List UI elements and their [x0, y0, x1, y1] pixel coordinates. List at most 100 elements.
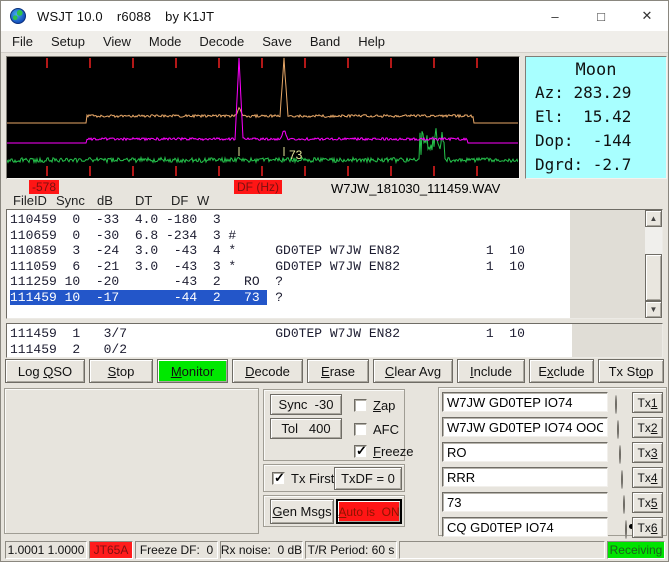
col-w: W [197, 193, 209, 208]
tx6-message-input[interactable] [442, 517, 608, 537]
afc-checkbox-row[interactable]: AFC [354, 422, 399, 437]
col-df: DF [171, 193, 188, 208]
freq-offset-badge: -578 [29, 180, 59, 194]
col-dt: DT [135, 193, 152, 208]
tx5-message-input[interactable] [442, 492, 608, 512]
zap-checkbox-row[interactable]: Zap [354, 398, 395, 413]
menu-mode[interactable]: Mode [140, 32, 191, 51]
log-qso-button[interactable]: Log QSO [5, 359, 85, 383]
menu-setup[interactable]: Setup [42, 32, 94, 51]
col-fileid: FileID [13, 193, 47, 208]
window-controls: – □ ✕ [532, 1, 669, 31]
sync-controls-group: Sync -30 Zap Tol 400 AFC Freeze [263, 389, 405, 461]
tx3-radio[interactable] [619, 445, 621, 464]
tx-stop-button[interactable]: Tx Stop [598, 359, 664, 383]
moon-title: Moon [526, 59, 666, 81]
app-revision: r6088 [117, 9, 151, 24]
gen-msgs-button[interactable]: Gen Msgs [270, 499, 334, 524]
moon-elevation: El: 15.42 [526, 105, 666, 129]
avg-line: 111459 1 3/7 GD0TEP W7JW EN82 1 10 [10, 326, 572, 342]
menu-help[interactable]: Help [349, 32, 394, 51]
average-text-content: 111459 1 3/7 GD0TEP W7JW EN82 1 10 11145… [7, 324, 572, 357]
decode-button[interactable]: Decode [232, 359, 303, 383]
scroll-up-icon[interactable]: ▲ [645, 210, 662, 227]
maximize-button[interactable]: □ [578, 1, 624, 31]
marker-73-label: 73 [289, 148, 303, 162]
moon-doppler: Dop: -144 [526, 129, 666, 153]
scroll-down-icon[interactable]: ▼ [645, 301, 662, 318]
spectrum-svg: 73 [7, 57, 518, 177]
status-spacer [399, 541, 605, 559]
tx4-button[interactable]: Tx4 [632, 467, 663, 488]
avg-line: 111459 2 0/2 [10, 342, 572, 358]
tx2-button[interactable]: Tx2 [632, 417, 663, 438]
tx1-message-input[interactable] [442, 392, 608, 412]
freeze-checkbox-row[interactable]: Freeze [354, 444, 413, 459]
app-author: by K1JT [165, 9, 214, 24]
moon-info-panel: Moon Az: 283.29 El: 15.42 Dop: -144 Dgrd… [525, 56, 667, 179]
close-button[interactable]: ✕ [624, 1, 669, 31]
rx-noise-status: Rx noise: 0 dB [220, 541, 303, 559]
tolerance-button[interactable]: Tol 400 [270, 418, 342, 439]
tx4-radio[interactable] [621, 470, 623, 489]
zap-checkbox[interactable] [354, 399, 367, 412]
green-trace [7, 128, 518, 162]
window-title: WSJT 10.0 r6088 by K1JT [37, 9, 228, 24]
tr-period-status: T/R Period: 60 s [305, 541, 397, 559]
tx2-message-input[interactable] [442, 417, 608, 437]
sync-threshold-button[interactable]: Sync -30 [270, 394, 342, 415]
freeze-checkbox[interactable] [354, 445, 367, 458]
selected-decode-after: ? [267, 290, 283, 305]
df-hz-badge: DF (Hz) [234, 180, 282, 194]
tx-first-checkbox[interactable] [272, 472, 285, 485]
erase-button[interactable]: Erase [307, 359, 369, 383]
decode-column-headers: FileID Sync dB DT DF W [1, 193, 669, 208]
auto-on-button[interactable]: Auto is ON [336, 499, 402, 524]
scrollbar-thumb[interactable] [645, 254, 662, 301]
minimize-button[interactable]: – [532, 1, 578, 31]
app-name: WSJT 10.0 [37, 9, 103, 24]
decode-line: 110659 0 -30 6.8 -234 3 # [10, 228, 570, 244]
tx-first-label: Tx First [291, 471, 334, 486]
menu-decode[interactable]: Decode [190, 32, 253, 51]
menu-save[interactable]: Save [253, 32, 301, 51]
tx1-radio[interactable] [615, 395, 617, 414]
average-text-area[interactable]: 111459 1 3/7 GD0TEP W7JW EN82 1 10 11145… [6, 323, 663, 358]
menu-view[interactable]: View [94, 32, 140, 51]
decode-text-area[interactable]: 110459 0 -33 4.0 -180 3 110659 0 -30 6.8… [6, 209, 663, 319]
afc-checkbox[interactable] [354, 423, 367, 436]
monitor-button[interactable]: Monitor [157, 359, 228, 383]
tx6-radio[interactable] [625, 520, 627, 539]
mode-status-badge: JT65A [89, 541, 133, 559]
tx5-radio[interactable] [623, 495, 625, 514]
txdf-button[interactable]: TxDF = 0 [334, 467, 402, 490]
menu-bar: File Setup View Mode Decode Save Band He… [1, 31, 669, 53]
tx5-button[interactable]: Tx5 [632, 492, 663, 513]
tx3-button[interactable]: Tx3 [632, 442, 663, 463]
tx-messages-group: Tx1 Tx2 Tx3 Tx4 Tx5 Tx6 [438, 387, 667, 536]
decode-line-selected[interactable]: 111459 10 -17 -44 2 73 ? [10, 290, 570, 306]
clear-avg-button[interactable]: Clear Avg [373, 359, 453, 383]
tx1-button[interactable]: Tx1 [632, 392, 663, 413]
decode-text-content: 110459 0 -33 4.0 -180 3 110659 0 -30 6.8… [7, 210, 570, 318]
moon-degradation: Dgrd: -2.7 [526, 153, 666, 177]
exclude-button[interactable]: Exclude [529, 359, 594, 383]
menu-band[interactable]: Band [301, 32, 349, 51]
title-bar: WSJT 10.0 r6088 by K1JT – □ ✕ [1, 1, 669, 31]
decode-scrollbar[interactable]: ▲ ▼ [645, 210, 662, 318]
tx2-radio[interactable] [617, 420, 619, 439]
tx4-message-input[interactable] [442, 467, 608, 487]
tx-first-checkbox-row[interactable]: Tx First [272, 471, 334, 486]
stop-button[interactable]: Stop [89, 359, 153, 383]
tx-first-group: Tx First TxDF = 0 [263, 464, 405, 492]
spectrum-plot[interactable]: 73 [6, 56, 520, 179]
tx6-button[interactable]: Tx6 [632, 517, 663, 538]
signal-marker-ticks [239, 147, 284, 156]
app-globe-icon [10, 8, 26, 24]
tx3-message-input[interactable] [442, 442, 608, 462]
include-button[interactable]: Include [457, 359, 525, 383]
menu-file[interactable]: File [3, 32, 42, 51]
auto-group: Gen Msgs Auto is ON [263, 495, 405, 527]
selected-decode-text: 111459 10 -17 -44 2 73 [10, 290, 267, 305]
decode-line: 110459 0 -33 4.0 -180 3 [10, 212, 570, 228]
